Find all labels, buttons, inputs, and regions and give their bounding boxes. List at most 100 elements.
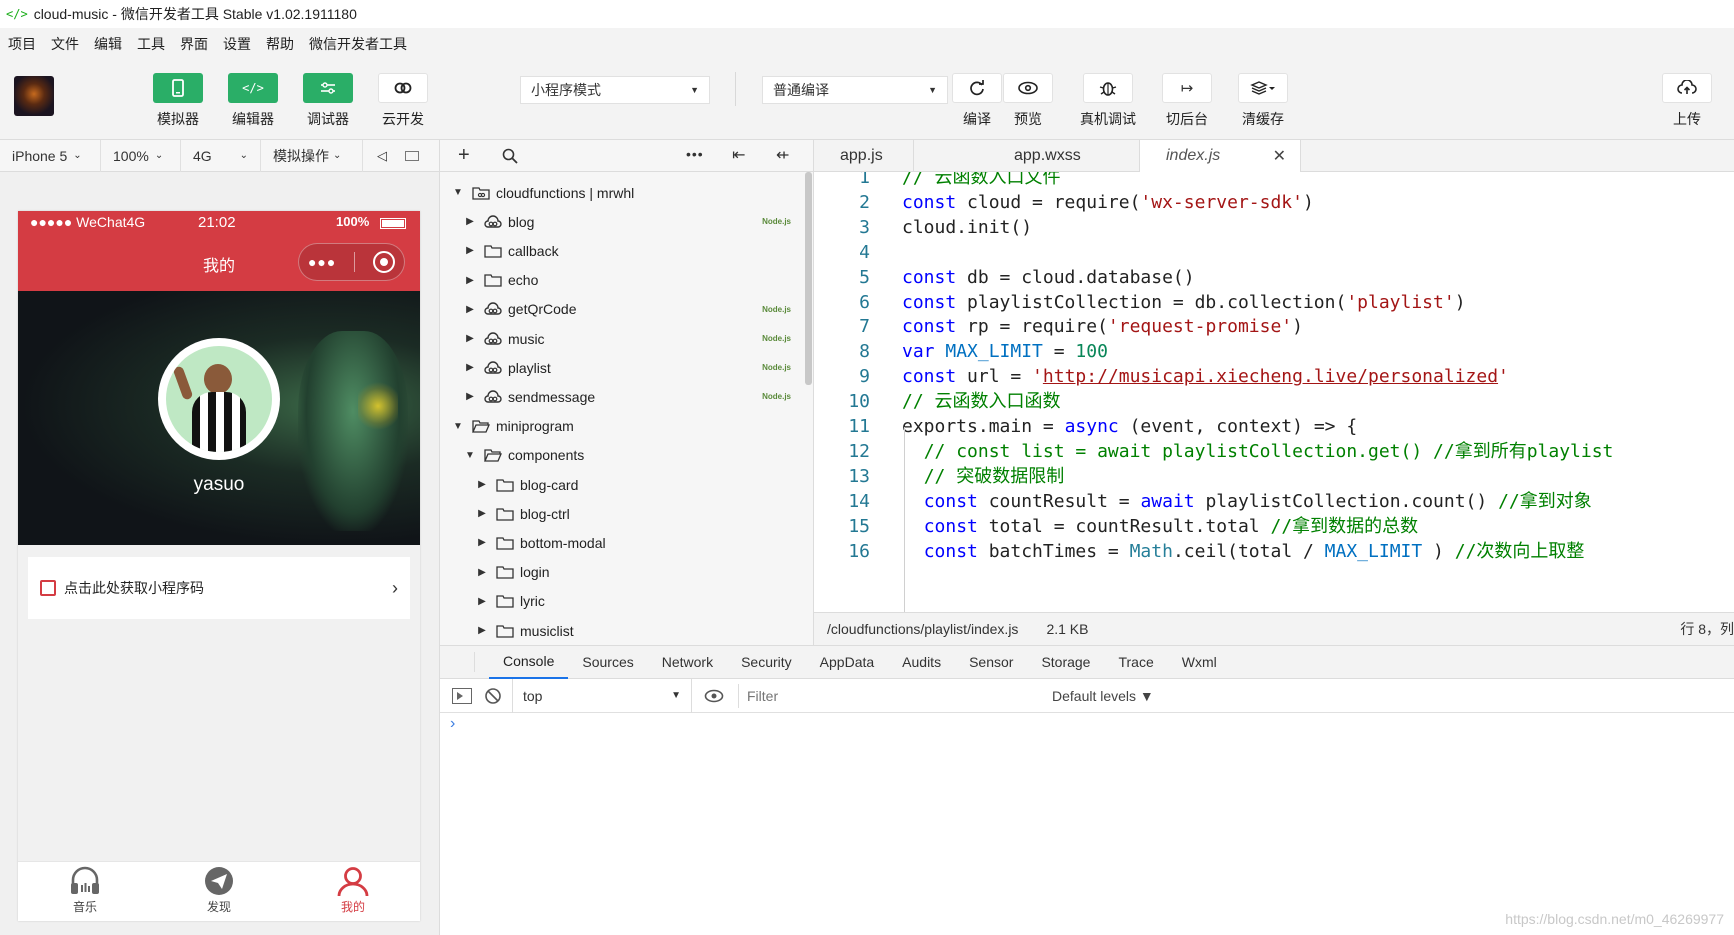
- user-avatar[interactable]: [14, 76, 54, 116]
- caret-right-icon[interactable]: ▶: [464, 362, 476, 373]
- menu-item-view[interactable]: 界面: [180, 34, 208, 54]
- devtools-tab-audits[interactable]: Audits: [888, 645, 955, 679]
- tab-app-wxss[interactable]: app.wxss: [914, 140, 1100, 172]
- caret-right-icon[interactable]: ▶: [476, 508, 488, 519]
- tree-item[interactable]: ▶ blog-card: [476, 470, 578, 499]
- tab-index-js[interactable]: index.js ✕: [1139, 140, 1301, 172]
- tree-item[interactable]: ▶ playlist: [464, 353, 551, 382]
- tree-item[interactable]: ▼ components: [464, 441, 584, 470]
- caret-right-icon[interactable]: ▶: [476, 479, 488, 490]
- speaker-icon[interactable]: ◁: [377, 148, 387, 164]
- caret-right-icon[interactable]: ▶: [476, 625, 488, 636]
- collapse-icon[interactable]: ⇤: [732, 145, 745, 165]
- menu-item-help[interactable]: 帮助: [266, 34, 294, 54]
- tree-item[interactable]: ▶ sendmessage: [464, 382, 595, 411]
- debugger-button[interactable]: 调试器: [296, 60, 360, 140]
- tab-app-wxss-label: app.wxss: [1014, 147, 1081, 164]
- devtools-tab-security[interactable]: Security: [727, 645, 806, 679]
- tree-item[interactable]: ▶ login: [476, 558, 549, 587]
- caret-right-icon[interactable]: ▶: [464, 216, 476, 227]
- tree-item[interactable]: ▶ music: [464, 324, 544, 353]
- caret-right-icon[interactable]: ▶: [464, 304, 476, 315]
- console-output[interactable]: ›: [440, 713, 1734, 935]
- caret-down-icon[interactable]: ▼: [464, 450, 476, 461]
- menu-item-file[interactable]: 文件: [51, 34, 79, 54]
- clear-console-icon[interactable]: [484, 687, 502, 705]
- tab-music[interactable]: 音乐: [18, 862, 152, 921]
- folder-icon: [496, 566, 514, 579]
- tree-item[interactable]: ▶ bottom-modal: [476, 528, 605, 557]
- devtools-tab-network[interactable]: Network: [648, 645, 727, 679]
- nodejs-badge: Node.js: [762, 334, 791, 343]
- tree-item[interactable]: ▶ blog-ctrl: [476, 499, 570, 528]
- device-select[interactable]: iPhone 5 ⌄: [0, 139, 101, 172]
- caret-right-icon[interactable]: ▶: [464, 391, 476, 402]
- headphones-icon: [71, 866, 99, 894]
- console-filter-input[interactable]: [738, 683, 1042, 708]
- mode-select[interactable]: 小程序模式 ▼: [520, 76, 710, 104]
- sidebar-toggle-icon[interactable]: [452, 687, 472, 704]
- menu-item-wechat-devtools[interactable]: 微信开发者工具: [309, 34, 407, 54]
- simulate-operations-select[interactable]: 模拟操作 ⌄: [261, 139, 363, 172]
- inspect-element-icon[interactable]: [450, 652, 475, 672]
- tree-item[interactable]: ▶ blog: [464, 207, 534, 236]
- tab-mine[interactable]: 我的: [286, 862, 420, 921]
- context-select[interactable]: top ▼: [512, 678, 692, 713]
- tab-app-js[interactable]: app.js: [814, 140, 914, 172]
- tree-item[interactable]: ▶ getQrCode: [464, 295, 576, 324]
- tab-discover-label: 发现: [206, 900, 231, 914]
- toggle-sidebar-icon[interactable]: ⇷: [776, 145, 789, 165]
- more-icon[interactable]: •••: [686, 146, 704, 162]
- tree-item[interactable]: ▼ miniprogram: [452, 412, 574, 441]
- caret-down-icon[interactable]: ▼: [452, 421, 464, 432]
- devtools-tab-sources[interactable]: Sources: [568, 645, 647, 679]
- caret-right-icon[interactable]: ▶: [476, 596, 488, 607]
- close-icon[interactable]: ✕: [1273, 146, 1286, 166]
- simulator-button[interactable]: 模拟器: [146, 60, 210, 140]
- eye-icon[interactable]: [704, 689, 724, 703]
- zoom-select[interactable]: 100% ⌄: [101, 139, 181, 172]
- menu-item-project[interactable]: 项目: [8, 34, 36, 54]
- cloud-dev-button[interactable]: 云开发: [371, 60, 435, 140]
- tree-item[interactable]: ▶ musiclist: [476, 616, 574, 645]
- menu-item-settings[interactable]: 设置: [223, 34, 251, 54]
- tree-item[interactable]: ▶ lyric: [476, 587, 545, 616]
- code-editor[interactable]: 1// 云函数入口文件 2 const cloud = require('wx-se…: [814, 172, 1734, 612]
- file-tree-scrollbar[interactable]: [805, 172, 812, 385]
- clear-cache-button[interactable]: 清缓存: [1231, 60, 1295, 140]
- close-target-icon[interactable]: [373, 251, 396, 273]
- more-dots-icon[interactable]: ●●●: [308, 254, 336, 270]
- devtools-tab-wxml[interactable]: Wxml: [1168, 645, 1231, 679]
- devtools-tab-sensor[interactable]: Sensor: [955, 645, 1027, 679]
- upload-button[interactable]: 上传: [1655, 60, 1719, 140]
- qr-code-card[interactable]: 点击此处获取小程序码 ›: [28, 557, 410, 619]
- add-file-icon[interactable]: +: [458, 144, 470, 167]
- tree-item[interactable]: ▶ callback: [464, 236, 558, 265]
- devtools-tab-trace[interactable]: Trace: [1104, 645, 1167, 679]
- caret-right-icon[interactable]: ▶: [476, 537, 488, 548]
- caret-down-icon[interactable]: ▼: [452, 187, 464, 198]
- menu-capsule[interactable]: ●●●: [298, 243, 405, 281]
- caret-right-icon[interactable]: ▶: [476, 567, 488, 578]
- devtools-tab-appdata[interactable]: AppData: [806, 645, 888, 679]
- compile-mode-select[interactable]: 普通编译 ▼: [762, 76, 948, 104]
- editor-button[interactable]: </> 编辑器: [221, 60, 285, 140]
- menu-item-tools[interactable]: 工具: [137, 34, 165, 54]
- tree-item[interactable]: ▶ echo: [464, 266, 538, 295]
- tree-item[interactable]: ▼ cloudfunctions | mrwhl: [452, 178, 634, 207]
- profile-avatar[interactable]: [158, 338, 280, 460]
- caret-right-icon[interactable]: ▶: [464, 333, 476, 344]
- network-select[interactable]: 4G ⌄: [181, 139, 261, 172]
- real-device-debug-button[interactable]: 真机调试: [1075, 60, 1141, 140]
- preview-button[interactable]: 预览: [996, 60, 1060, 140]
- log-levels-select[interactable]: Default levels ▼: [1052, 688, 1154, 704]
- caret-right-icon[interactable]: ▶: [464, 275, 476, 286]
- search-icon[interactable]: [502, 148, 518, 164]
- caret-right-icon[interactable]: ▶: [464, 245, 476, 256]
- tab-discover[interactable]: 发现: [152, 862, 286, 921]
- devtools-tab-console[interactable]: Console: [489, 645, 569, 679]
- background-button[interactable]: ↦ 切后台: [1155, 60, 1219, 140]
- window-icon[interactable]: [405, 150, 419, 161]
- menu-item-edit[interactable]: 编辑: [94, 34, 122, 54]
- devtools-tab-storage[interactable]: Storage: [1027, 645, 1104, 679]
